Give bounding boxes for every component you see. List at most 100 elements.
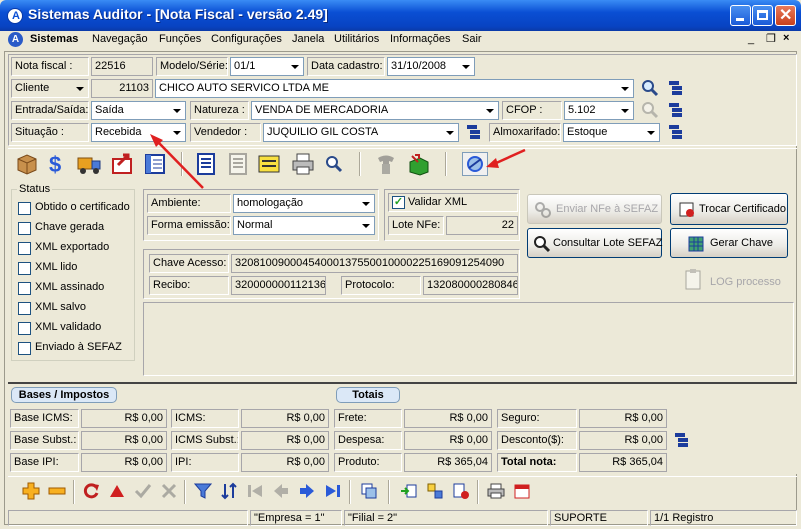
produto-value[interactable]: R$ 365,04: [404, 453, 492, 472]
status-checkbox[interactable]: [18, 262, 31, 275]
base-ipi-value[interactable]: R$ 0,00: [81, 453, 167, 472]
status-registro: 1/1 Registro: [650, 510, 797, 526]
enviar-nfe-button[interactable]: Enviar NFe à SEFAZ: [527, 194, 662, 224]
refresh-icon[interactable]: [82, 482, 100, 500]
last-record-icon[interactable]: [324, 482, 342, 500]
status-filial: "Filial = 2": [344, 510, 548, 526]
status-checkbox[interactable]: [18, 342, 31, 355]
alert-icon[interactable]: [108, 482, 126, 500]
desconto-label: Desconto($):: [497, 431, 577, 450]
status-item-chave[interactable]: Chave gerada: [18, 221, 133, 236]
status-item-obtido[interactable]: Obtido o certificado: [18, 201, 133, 216]
base-icms-label: Base ICMS:: [10, 409, 79, 428]
base-subst-value[interactable]: R$ 0,00: [81, 431, 167, 450]
frete-label: Frete:: [334, 409, 402, 428]
import-icon[interactable]: [400, 482, 418, 500]
forma-emissao-label: Forma emissão:: [147, 216, 231, 235]
status-checkbox[interactable]: [18, 202, 31, 215]
clipboard-icon: [684, 268, 702, 290]
recibo-field[interactable]: 320000000112136: [231, 276, 326, 295]
consultar-lote-button[interactable]: Consultar Lote SEFAZ: [527, 228, 662, 258]
status-checkbox[interactable]: [18, 302, 31, 315]
trocar-certificado-button[interactable]: Trocar Certificado: [670, 193, 788, 225]
gerar-chave-label: Gerar Chave: [710, 237, 773, 249]
status-item-label: Obtido o certificado: [35, 201, 130, 213]
export-list-icon[interactable]: [452, 482, 470, 500]
frete-value[interactable]: R$ 0,00: [404, 409, 492, 428]
status-item-assinado[interactable]: XML assinado: [18, 281, 133, 296]
seguro-label: Seguro:: [497, 409, 577, 428]
status-item-salvo[interactable]: XML salvo: [18, 301, 133, 316]
toolbar-separator: [184, 480, 186, 504]
gears-icon: [534, 201, 552, 219]
status-checkbox[interactable]: [18, 222, 31, 235]
protocolo-field[interactable]: 132080000280846: [423, 276, 518, 295]
status-checkbox[interactable]: [18, 242, 31, 255]
icms-value[interactable]: R$ 0,00: [241, 409, 329, 428]
icms-subst-value[interactable]: R$ 0,00: [241, 431, 329, 450]
chave-acesso-label: Chave Acesso:: [149, 254, 229, 273]
bases-impostos-title: Bases / Impostos: [11, 387, 117, 403]
transfer-icon[interactable]: [426, 482, 444, 500]
produto-label: Produto:: [334, 453, 402, 472]
consultar-lote-label: Consultar Lote SEFAZ: [553, 237, 663, 249]
lote-nfe-field[interactable]: 22: [446, 216, 518, 235]
status-item-exportado[interactable]: XML exportado: [18, 241, 133, 256]
cancel-icon[interactable]: [160, 482, 178, 500]
lote-nfe-label: Lote NFe:: [388, 216, 444, 235]
base-subst-label: Base Subst.:: [10, 431, 79, 450]
ambiente-select[interactable]: homologação: [233, 194, 375, 213]
status-checkbox[interactable]: [18, 322, 31, 335]
status-item-label: XML exportado: [35, 241, 110, 253]
grid-icon: [688, 236, 704, 252]
despesa-value[interactable]: R$ 0,00: [404, 431, 492, 450]
status-item-label: Enviado à SEFAZ: [35, 341, 122, 353]
calendar-icon[interactable]: [513, 482, 531, 500]
copy-icon[interactable]: [360, 482, 378, 500]
prev-record-icon[interactable]: [272, 482, 290, 500]
validar-xml-checkbox[interactable]: ✓ Validar XML: [388, 193, 518, 212]
add-icon[interactable]: [22, 482, 40, 500]
base-icms-value[interactable]: R$ 0,00: [81, 409, 167, 428]
toolbar-separator: [73, 480, 75, 504]
status-title: Status: [17, 183, 53, 195]
enviar-nfe-label: Enviar NFe à SEFAZ: [556, 203, 659, 215]
status-item-label: XML assinado: [35, 281, 105, 293]
total-nota-value[interactable]: R$ 365,04: [579, 453, 667, 472]
first-record-icon[interactable]: [246, 482, 264, 500]
despesa-label: Despesa:: [334, 431, 402, 450]
lower-panel: [143, 302, 794, 376]
toolbar-separator: [349, 480, 351, 504]
status-item-validado[interactable]: XML validado: [18, 321, 133, 336]
status-cell-empty: [8, 510, 248, 526]
recibo-label: Recibo:: [149, 276, 229, 295]
desconto-value[interactable]: R$ 0,00: [579, 431, 667, 450]
toolbar-separator: [388, 480, 390, 504]
icms-label: ICMS:: [171, 409, 239, 428]
status-item-lido[interactable]: XML lido: [18, 261, 133, 276]
ipi-value[interactable]: R$ 0,00: [241, 453, 329, 472]
log-processo-button[interactable]: LOG processo: [682, 268, 792, 292]
base-ipi-label: Base IPI:: [10, 453, 79, 472]
ambiente-label: Ambiente:: [147, 194, 231, 213]
toolbar-separator: [477, 480, 479, 504]
chave-acesso-field[interactable]: 3208100900045400013755001000022516909125…: [231, 254, 518, 273]
next-record-icon[interactable]: [298, 482, 316, 500]
status-checkbox[interactable]: [18, 282, 31, 295]
stack-icon[interactable]: [674, 432, 690, 448]
check-icon[interactable]: [134, 482, 152, 500]
filter-icon[interactable]: [193, 482, 213, 500]
totais-title: Totais: [336, 387, 400, 403]
status-item-label: XML validado: [35, 321, 102, 333]
validar-check-icon[interactable]: ✓: [392, 196, 405, 209]
status-item-label: Chave gerada: [35, 221, 105, 233]
status-item-enviado[interactable]: Enviado à SEFAZ: [18, 341, 133, 356]
total-nota-label: Total nota:: [497, 453, 577, 472]
sort-icon[interactable]: [220, 482, 238, 500]
remove-icon[interactable]: [48, 482, 66, 500]
status-item-label: XML salvo: [35, 301, 86, 313]
forma-emissao-select[interactable]: Normal: [233, 216, 375, 235]
gerar-chave-button[interactable]: Gerar Chave: [670, 228, 788, 258]
seguro-value[interactable]: R$ 0,00: [579, 409, 667, 428]
print-icon[interactable]: [487, 482, 505, 500]
